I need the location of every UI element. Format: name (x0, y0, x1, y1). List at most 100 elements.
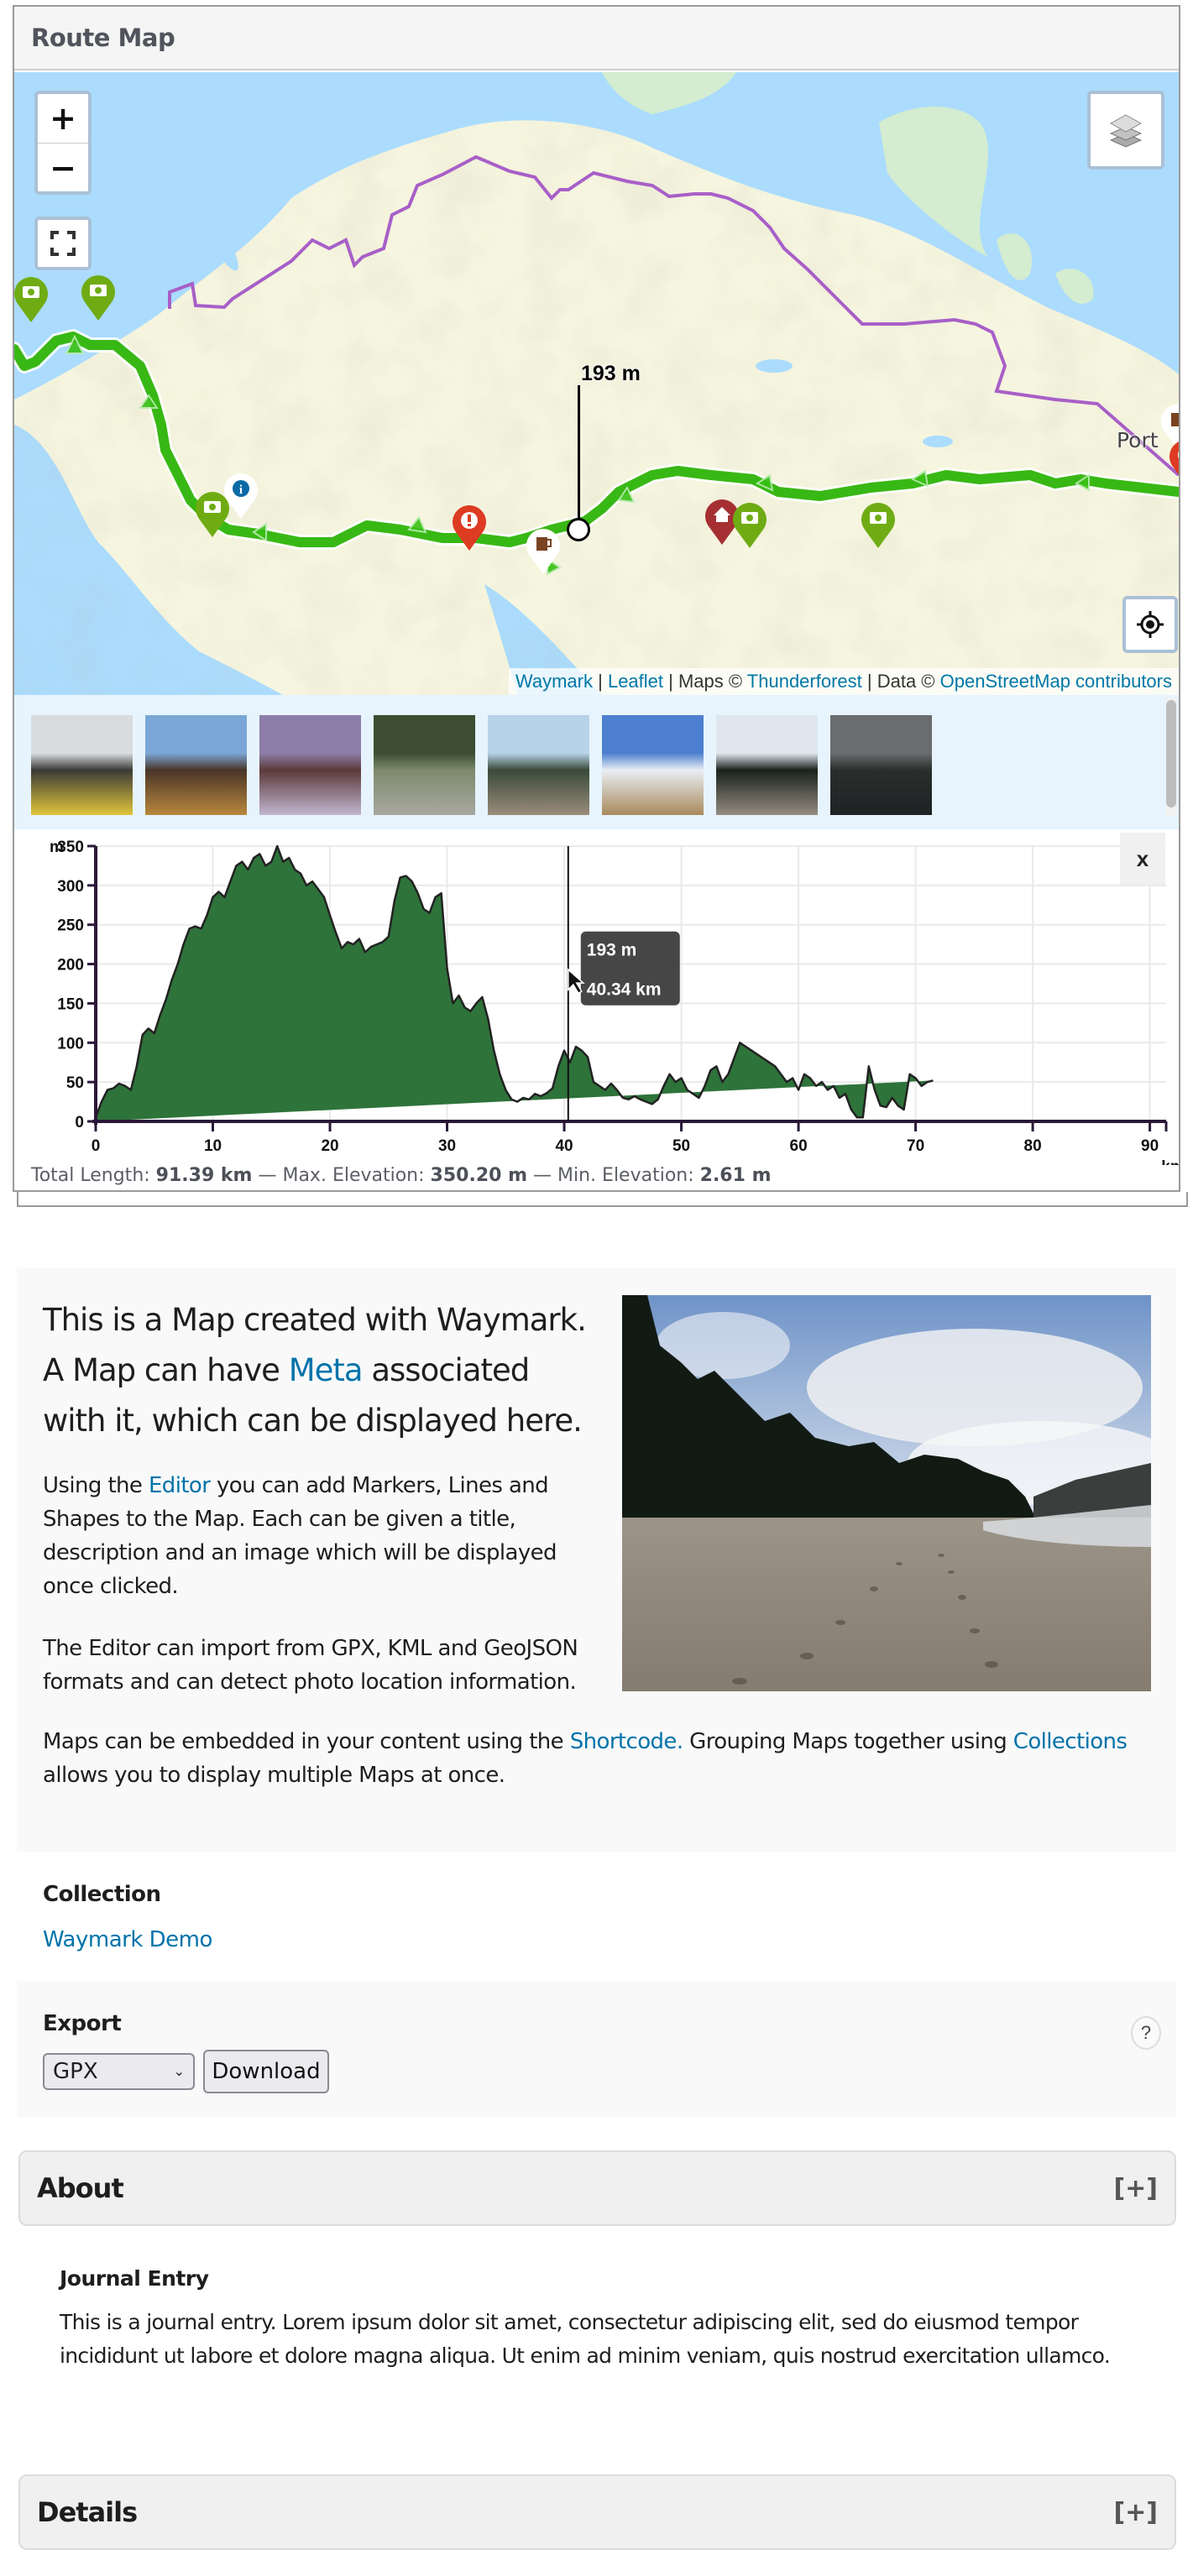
meta-lead: This is a Map created with Waymark. A Ma… (43, 1295, 597, 1446)
details-accordion[interactable]: Details [+] (18, 2474, 1176, 2550)
locate-control (1122, 596, 1178, 653)
meta-text: Maps can be embedded in your content usi… (43, 1729, 570, 1754)
map-marker-pub[interactable] (523, 525, 563, 576)
map-marker-photo[interactable] (730, 499, 770, 550)
float-tree-photo[interactable] (374, 715, 475, 815)
attribution-leaflet-link[interactable]: Leaflet (608, 671, 663, 692)
x-tick-label: 80 (1024, 1137, 1042, 1155)
x-axis-unit-label: km (1161, 1158, 1179, 1165)
summary-min-value: 2.61 m (699, 1165, 772, 1186)
log-photo[interactable] (259, 715, 361, 815)
collection-link[interactable]: Waymark Demo (43, 1927, 212, 1952)
collections-link[interactable]: Collections (1013, 1729, 1128, 1754)
svg-text:i: i (239, 483, 243, 497)
editor-link[interactable]: Editor (149, 1473, 211, 1498)
summary-max-label: — Max. Elevation: (252, 1165, 431, 1186)
map-canvas[interactable]: i Port 193 m + − Waymark | Leaflet | Map… (14, 72, 1179, 695)
export-heading: Export (43, 2011, 122, 2036)
map-marker-alert[interactable] (1166, 436, 1179, 487)
tooltip-distance: 40.34 km (587, 980, 662, 1000)
headland-photo[interactable] (488, 715, 589, 815)
attribution-osm-link[interactable]: OpenStreetMap contributors (940, 671, 1172, 692)
lake-photo[interactable] (830, 715, 932, 815)
collection-heading: Collection (43, 1882, 161, 1907)
layers-icon (1109, 114, 1143, 148)
attribution-waymark-link[interactable]: Waymark (515, 671, 593, 692)
chevron-down-icon: ⌄ (173, 2063, 185, 2079)
x-tick-label: 30 (438, 1137, 456, 1155)
beach-photo (622, 1295, 1151, 1691)
attribution-maps-text: | Maps © (663, 671, 747, 692)
map-frame-edge (17, 1192, 1188, 1207)
help-icon[interactable]: ? (1131, 2016, 1161, 2050)
beer-photo[interactable] (145, 715, 247, 815)
export-section: Export GPX ⌄ Download ? (17, 1981, 1176, 2118)
meta-link[interactable]: Meta (289, 1352, 364, 1388)
elevation-marker-dot (567, 518, 590, 541)
meta-embed-paragraph: Maps can be embedded in your content usi… (43, 1725, 1159, 1792)
shortcode-link[interactable]: Shortcode. (570, 1729, 683, 1754)
gallery-scrollbar-thumb[interactable] (1166, 700, 1176, 807)
photo-gallery (14, 695, 1179, 829)
y-tick-label: 250 (57, 917, 84, 935)
map-title: Route Map (31, 24, 175, 52)
meta-import-paragraph: The Editor can import from GPX, KML and … (43, 1636, 578, 1695)
meta-text: Grouping Maps together using (683, 1729, 1013, 1754)
sign-photo[interactable] (31, 715, 133, 815)
locate-icon (1137, 611, 1164, 638)
summary-max-value: 350.20 m (430, 1165, 528, 1186)
y-tick-label: 50 (66, 1074, 84, 1092)
download-button[interactable]: Download (203, 2050, 329, 2093)
journal-body: This is a journal entry. Lorem ipsum dol… (60, 2310, 1111, 2368)
locate-button[interactable] (1126, 599, 1175, 650)
summary-length-value: 91.39 km (155, 1165, 253, 1186)
gallery-thumbnails (31, 715, 932, 815)
expand-icon[interactable]: [+] (1113, 2498, 1158, 2527)
expand-icon[interactable]: [+] (1113, 2174, 1158, 2203)
x-tick-label: 20 (321, 1137, 338, 1155)
elevation-chart[interactable]: 0501001502002503003500 10 20 30 40 50 60 70 80 90… (14, 829, 1179, 1165)
x-tick-label: 70 (907, 1137, 924, 1155)
island-shape (602, 72, 736, 114)
x-tick-label: 40 (555, 1137, 573, 1155)
zoom-out-button[interactable]: − (38, 143, 88, 191)
lighthouse-photo[interactable] (602, 715, 704, 815)
meta-text: allows you to display multiple Maps at o… (43, 1763, 505, 1788)
attribution-thunderforest-link[interactable]: Thunderforest (747, 671, 862, 692)
elevation-area (94, 844, 934, 1121)
elevation-marker-label: 193 m (581, 362, 641, 385)
summary-length-label: Total Length: (31, 1165, 156, 1186)
y-tick-label: 200 (57, 957, 84, 974)
journal-heading: Journal Entry (60, 2266, 209, 2291)
x-tick-label: 60 (790, 1137, 808, 1155)
island-shape (997, 233, 1032, 280)
x-tick-label: 0 (92, 1137, 101, 1155)
layers-button[interactable] (1091, 94, 1161, 166)
attribution-separator: | (593, 671, 608, 692)
map-marker-alert[interactable] (449, 502, 489, 552)
footprints-photo[interactable] (716, 715, 818, 815)
y-tick-label: 0 (75, 1114, 84, 1131)
zoom-control: + − (34, 91, 92, 195)
tooltip-elevation: 193 m (587, 941, 637, 960)
journal-entry: Journal Entry This is a journal entry. L… (60, 2266, 1134, 2373)
map-marker-photo[interactable] (858, 499, 898, 550)
elevation-summary: Total Length: 91.39 km — Max. Elevation:… (31, 1165, 772, 1186)
export-format-select[interactable]: GPX ⌄ (43, 2053, 195, 2090)
elevation-marker-pole (578, 385, 580, 528)
details-title: Details (37, 2496, 138, 2528)
y-tick-label: 150 (57, 995, 84, 1013)
map-marker-photo[interactable] (192, 489, 233, 539)
zoom-in-button[interactable]: + (38, 94, 88, 143)
gallery-scrollbar[interactable] (1165, 698, 1177, 816)
fullscreen-button[interactable] (38, 220, 88, 267)
elevation-profile: 0 50 100 150 200 250 300 350 0 10 20 30 40 50 60 70 80 90… (14, 829, 1179, 1190)
map-marker-photo[interactable] (14, 274, 51, 324)
attribution-data-text: | Data © (861, 671, 940, 692)
map-marker-photo[interactable] (78, 272, 118, 322)
meta-text: Using the (43, 1473, 149, 1498)
beer-icon (536, 537, 547, 551)
island-shape (1055, 269, 1094, 304)
elevation-close-button[interactable]: x (1120, 833, 1165, 885)
about-accordion[interactable]: About [+] (18, 2150, 1176, 2226)
